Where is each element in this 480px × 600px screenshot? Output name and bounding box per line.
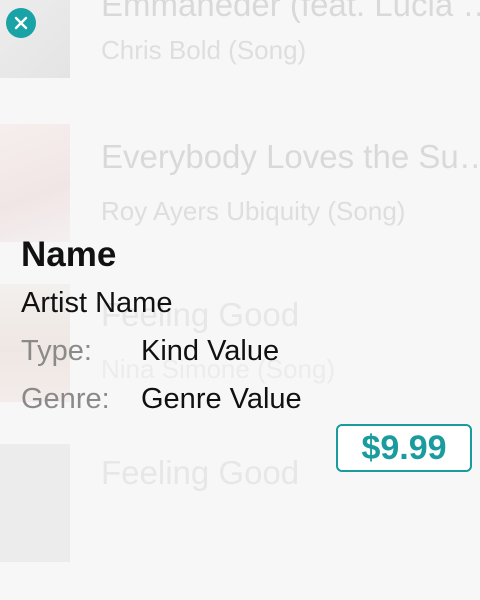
close-icon [13, 15, 29, 31]
song-subtitle: Roy Ayers Ubiquity (Song) [101, 196, 406, 226]
album-artwork [0, 124, 70, 242]
song-title: Emmaneder (feat. Lucia … [101, 0, 480, 23]
song-title: Feeling Good [101, 454, 300, 491]
type-value: Kind Value [141, 335, 280, 367]
genre-row: Genre: Genre Value [21, 383, 302, 416]
album-artwork [0, 444, 70, 562]
genre-value: Genre Value [141, 383, 302, 415]
item-name: Name [21, 235, 117, 274]
artist-name: Artist Name [21, 287, 173, 319]
type-label: Type: [21, 335, 92, 367]
type-row: Type: Kind Value [21, 335, 280, 368]
price-button[interactable]: $9.99 [336, 424, 472, 472]
genre-label: Genre: [21, 383, 110, 415]
song-subtitle: Chris Bold (Song) [101, 35, 307, 65]
close-button[interactable] [6, 8, 36, 38]
song-title: Everybody Loves the Su… [101, 138, 480, 175]
